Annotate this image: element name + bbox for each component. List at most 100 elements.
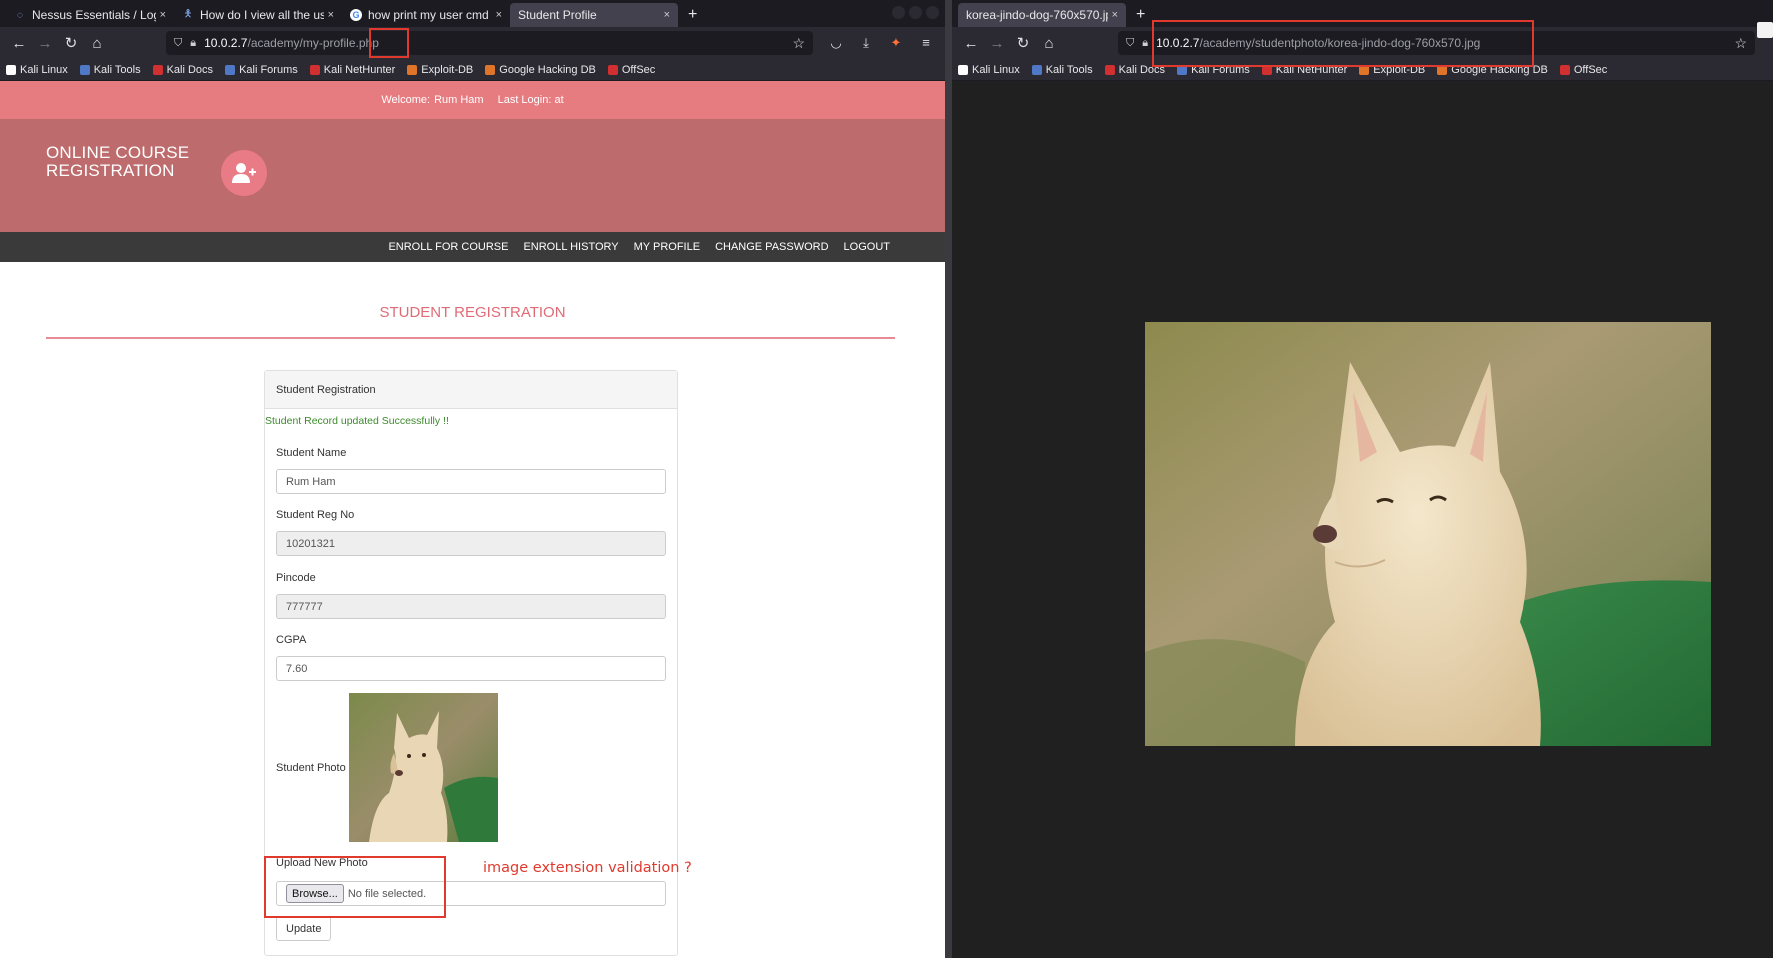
bookmark-kali-linux[interactable]: Kali Linux [6, 64, 68, 76]
welcome-bar: Welcome: Rum Ham Last Login: at [0, 81, 945, 119]
last-login: Last Login: at [497, 94, 564, 106]
url-host: 10.0.2.7 [204, 36, 248, 50]
bookmarks-bar: Kali Linux Kali Tools Kali Docs Kali For… [0, 59, 945, 81]
url-extension-highlight-box [369, 28, 409, 58]
close-icon[interactable]: × [1112, 9, 1118, 21]
close-icon[interactable]: × [496, 9, 502, 21]
reload-icon[interactable]: ↻ [1010, 31, 1036, 55]
dog-image-svg [1145, 322, 1711, 746]
tab-strip: ◌ Nessus Essentials / Login × 🯅 How do I… [0, 0, 945, 27]
kali-docs-icon [1104, 64, 1115, 75]
shield-icon[interactable]: ⛉ [1126, 37, 1134, 50]
update-button[interactable]: Update [276, 916, 332, 941]
bookmark-label: Kali Linux [972, 63, 1020, 76]
home-icon[interactable]: ⌂ [1036, 31, 1062, 55]
google-icon: G [350, 9, 362, 21]
new-tab-button[interactable]: + [1126, 3, 1155, 27]
menu-logout[interactable]: LOGOUT [844, 241, 890, 253]
bookmark-offsec[interactable]: OffSec [1559, 64, 1607, 76]
lock-icon[interactable]: 🔒︎ [1142, 37, 1148, 50]
student-photo-thumbnail [349, 693, 498, 842]
brand-line-2: REGISTRATION [46, 161, 175, 180]
url-bar[interactable]: ⛉ 🔒︎ 10.0.2.7/academy/my-profile.php ☆ [166, 31, 813, 55]
close-icon[interactable]: × [328, 9, 334, 21]
site-header: ONLINE COURSE REGISTRATION [0, 119, 945, 232]
dog-thumbnail-image [349, 693, 498, 842]
close-window-button[interactable] [926, 6, 939, 19]
menu-icon[interactable]: ≡ [913, 35, 939, 51]
cgpa-label: CGPA [276, 634, 307, 646]
kali-dragon-icon [6, 64, 16, 75]
tab-label: Student Profile [518, 8, 597, 22]
navigation-toolbar: ← → ↻ ⌂ ⛉ 🔒︎ 10.0.2.7/academy/my-profile… [0, 27, 945, 59]
window-controls [892, 6, 939, 19]
maximize-button[interactable] [909, 6, 922, 19]
welcome-user: Rum Ham [434, 94, 484, 106]
annotation-text: image extension validation ? [483, 860, 692, 876]
bookmark-kali-forums[interactable]: Kali Forums [225, 64, 298, 76]
close-icon[interactable]: × [664, 9, 670, 21]
bookmark-kali-docs[interactable]: Kali Docs [152, 63, 214, 76]
home-icon[interactable]: ⌂ [84, 31, 110, 55]
bookmark-label: Kali Linux [20, 63, 68, 76]
bookmark-google-hacking-db[interactable]: Google Hacking DB [485, 64, 596, 76]
bookmark-offsec[interactable]: OffSec [607, 63, 656, 76]
back-arrow-icon[interactable]: ← [958, 31, 984, 55]
brand-line-1: ONLINE COURSE [46, 143, 190, 162]
exploit-db-icon [407, 64, 418, 75]
bookmark-exploit-db[interactable]: Exploit-DB [407, 64, 473, 76]
page-content: Welcome: Rum Ham Last Login: at ONLINE C… [0, 81, 945, 958]
nethunter-icon [309, 64, 320, 75]
extension-icon[interactable]: ✦ [883, 35, 909, 51]
kali-docs-icon [152, 64, 163, 75]
bookmark-label: Exploit-DB [421, 63, 474, 76]
student-photo-label: Student Photo [276, 762, 346, 774]
menu-change-password[interactable]: CHANGE PASSWORD [715, 241, 828, 253]
person-icon: 🯅 [183, 8, 193, 20]
offsec-icon [1559, 64, 1570, 75]
dog-image[interactable] [1145, 322, 1711, 746]
bookmark-star-icon[interactable]: ☆ [792, 35, 805, 52]
bookmark-label: OffSec [621, 63, 656, 76]
bookmark-kali-nethunter[interactable]: Kali NetHunter [309, 63, 396, 76]
close-icon[interactable]: × [160, 9, 166, 21]
lock-icon[interactable]: 🔒︎ [190, 37, 196, 50]
tab-nessus[interactable]: ◌ Nessus Essentials / Login × [6, 3, 174, 27]
forward-arrow-icon[interactable]: → [32, 31, 58, 55]
menu-enroll-for-course[interactable]: ENROLL FOR COURSE [388, 241, 508, 253]
shield-icon[interactable]: ⛉ [174, 37, 182, 50]
reg-no-input: 10201321 [276, 531, 666, 556]
cgpa-input[interactable]: 7.60 [276, 656, 666, 681]
pocket-icon[interactable]: ◡ [823, 35, 849, 51]
kali-tools-icon [79, 64, 90, 75]
tab-google-search[interactable]: G how print my user cmd w × [342, 3, 510, 27]
download-icon[interactable]: ⤓ [853, 35, 879, 51]
back-arrow-icon[interactable]: ← [6, 31, 32, 55]
bookmark-label: Kali NetHunter [323, 63, 396, 76]
bookmark-kali-tools[interactable]: Kali Tools [79, 63, 141, 76]
side-panel-icon[interactable] [1757, 22, 1773, 38]
upload-highlight-box [264, 856, 446, 918]
bookmark-label: Kali Tools [93, 63, 141, 76]
student-name-input[interactable]: Rum Ham [276, 469, 666, 494]
reload-icon[interactable]: ↻ [58, 31, 84, 55]
site-brand[interactable]: ONLINE COURSE REGISTRATION [46, 144, 189, 180]
tab-student-profile[interactable]: Student Profile × [510, 3, 678, 27]
bookmark-kali-linux[interactable]: Kali Linux [958, 64, 1020, 76]
forward-arrow-icon[interactable]: → [984, 31, 1010, 55]
bookmark-kali-tools[interactable]: Kali Tools [1031, 64, 1093, 76]
new-tab-button[interactable]: + [678, 3, 707, 27]
success-message: Student Record updated Successfully !! [265, 415, 449, 427]
minimize-button[interactable] [892, 6, 905, 19]
tab-how-do-i-view[interactable]: 🯅 How do I view all the user × [174, 3, 342, 27]
menu-my-profile[interactable]: MY PROFILE [634, 241, 700, 253]
title-divider [46, 337, 895, 339]
menu-enroll-history[interactable]: ENROLL HISTORY [523, 241, 618, 253]
kali-dragon-icon [958, 64, 968, 75]
bookmark-label: Kali Docs [166, 63, 214, 76]
tab-label: How do I view all the user [200, 8, 324, 22]
bookmark-star-icon[interactable]: ☆ [1734, 35, 1747, 52]
bookmark-label: Kali Forums [239, 63, 298, 76]
url-path: /academy/my-profile.php [247, 36, 379, 50]
tab-dog-image[interactable]: korea-jindo-dog-760x570.jpg × [958, 3, 1126, 27]
